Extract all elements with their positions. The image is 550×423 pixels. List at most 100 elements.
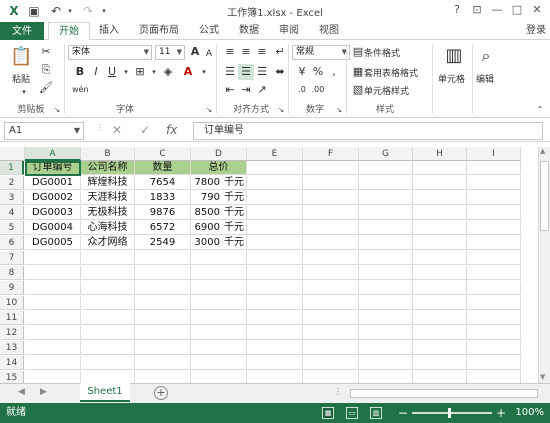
grid-cell[interactable] (359, 356, 413, 370)
grid-cell[interactable] (303, 296, 359, 310)
grid-cell[interactable] (413, 251, 467, 265)
grid-cell[interactable] (247, 266, 303, 280)
tab-view[interactable]: 视图 (314, 22, 344, 40)
tab-file[interactable]: 文件 (0, 22, 44, 41)
grid-cell[interactable] (359, 206, 413, 220)
grid-cell[interactable] (247, 326, 303, 340)
grid-cell[interactable] (303, 326, 359, 340)
align-center-icon[interactable]: ☰ (238, 64, 254, 80)
row-header[interactable]: 12 (0, 326, 24, 340)
grid-cell[interactable] (303, 311, 359, 325)
grid-cell[interactable] (467, 206, 521, 220)
grid-cell[interactable] (81, 341, 135, 355)
grid-cell[interactable] (25, 341, 81, 355)
grid-cell[interactable] (25, 296, 81, 310)
grid-cell[interactable] (303, 371, 359, 383)
clipboard-launcher-icon[interactable]: ↘ (52, 102, 62, 118)
help-button[interactable]: ? (448, 2, 466, 18)
align-bottom-icon[interactable]: ≡ (254, 44, 270, 60)
column-header[interactable]: E (247, 147, 303, 161)
bold-button[interactable]: B (72, 64, 88, 80)
grid-cell[interactable] (81, 251, 135, 265)
enter-icon[interactable]: ✓ (140, 123, 150, 137)
grid-cell[interactable] (359, 221, 413, 235)
row-header[interactable]: 6 (0, 236, 24, 250)
column-header[interactable]: F (303, 147, 359, 161)
grid-cell[interactable] (247, 356, 303, 370)
table-cell[interactable]: DG0002 (25, 191, 81, 205)
grid-cell[interactable] (359, 161, 413, 175)
ribbon-display-icon[interactable]: ⊡ (468, 2, 486, 18)
scroll-down-icon[interactable]: ▼ (540, 373, 545, 381)
paste-dropdown-icon[interactable]: ▾ (16, 84, 32, 100)
shrink-font-button[interactable]: A (201, 46, 217, 62)
grid-cell[interactable] (247, 161, 303, 175)
grid-cell[interactable] (247, 206, 303, 220)
add-sheet-button[interactable]: + (154, 386, 168, 400)
grid-cell[interactable] (247, 221, 303, 235)
table-cell[interactable]: DG0004 (25, 221, 81, 235)
scroll-up-icon[interactable]: ▲ (540, 147, 545, 155)
font-name-combo[interactable]: 宋体 ▼ (68, 45, 152, 60)
restore-button[interactable]: □ (508, 2, 526, 18)
row-header[interactable]: 10 (0, 296, 24, 310)
grid-cell[interactable] (359, 326, 413, 340)
column-header[interactable]: A (25, 147, 81, 161)
grid-cell[interactable] (81, 281, 135, 295)
tab-home[interactable]: 开始 (48, 22, 90, 41)
grid-cell[interactable] (467, 311, 521, 325)
font-launcher-icon[interactable]: ↘ (204, 102, 214, 118)
merge-center-icon[interactable]: ⬌ (272, 64, 288, 80)
number-launcher-icon[interactable]: ↘ (334, 102, 344, 118)
grid-cell[interactable] (25, 356, 81, 370)
grid-cell[interactable] (303, 206, 359, 220)
format-painter-icon[interactable]: 🖌 (38, 80, 54, 96)
table-cell[interactable]: DG0001 (25, 176, 81, 190)
zoom-out-button[interactable]: − (398, 403, 408, 423)
table-cell[interactable]: 8500 千元 (191, 206, 247, 220)
formula-input[interactable]: 订单编号 (193, 122, 543, 140)
grid-cell[interactable] (25, 281, 81, 295)
table-cell[interactable]: 6900 千元 (191, 221, 247, 235)
font-color-icon[interactable]: A (180, 64, 196, 80)
grid-cell[interactable] (467, 281, 521, 295)
scroll-thumb[interactable] (540, 161, 549, 231)
table-cell[interactable]: 无极科技 (81, 206, 135, 220)
grid-cell[interactable] (413, 296, 467, 310)
grid-cell[interactable] (413, 311, 467, 325)
page-break-view-icon[interactable]: ▥ (370, 407, 382, 419)
vertical-scrollbar[interactable]: ▲ ▼ (538, 147, 550, 383)
tab-formulas[interactable]: 公式 (194, 22, 224, 40)
normal-view-icon[interactable]: ▦ (322, 407, 334, 419)
conditional-format-button[interactable]: 条件格式 (364, 46, 400, 59)
grid-cell[interactable] (467, 176, 521, 190)
grid-cell[interactable] (303, 191, 359, 205)
grid-cell[interactable] (191, 281, 247, 295)
grid-cell[interactable] (359, 341, 413, 355)
column-header[interactable]: D (191, 147, 247, 161)
table-cell[interactable]: 790 千元 (191, 191, 247, 205)
grid-cell[interactable] (303, 236, 359, 250)
grid-cell[interactable] (135, 251, 191, 265)
grid-cell[interactable] (191, 266, 247, 280)
grid-cell[interactable] (303, 356, 359, 370)
grid-cell[interactable] (81, 311, 135, 325)
close-button[interactable]: ✕ (528, 2, 546, 18)
decrease-decimal-icon[interactable]: .00 (310, 82, 326, 98)
column-header[interactable]: H (413, 147, 467, 161)
cells-button[interactable]: 单元格 (438, 72, 465, 85)
zoom-slider-thumb[interactable] (448, 408, 451, 418)
table-cell[interactable]: 9876 (135, 206, 191, 220)
cancel-icon[interactable]: ✕ (112, 123, 122, 137)
name-box[interactable]: A1 ▼ (4, 122, 84, 140)
decrease-indent-icon[interactable]: ⇤ (222, 82, 238, 98)
grid-cell[interactable] (191, 311, 247, 325)
grid-cell[interactable] (467, 221, 521, 235)
align-left-icon[interactable]: ☰ (222, 64, 238, 80)
grid-cell[interactable] (135, 371, 191, 383)
grid-cell[interactable] (359, 311, 413, 325)
table-cell[interactable]: 辉煌科技 (81, 176, 135, 190)
grid-cell[interactable] (247, 341, 303, 355)
cells-icon[interactable]: ▥ (444, 44, 464, 68)
grid-cell[interactable] (467, 356, 521, 370)
